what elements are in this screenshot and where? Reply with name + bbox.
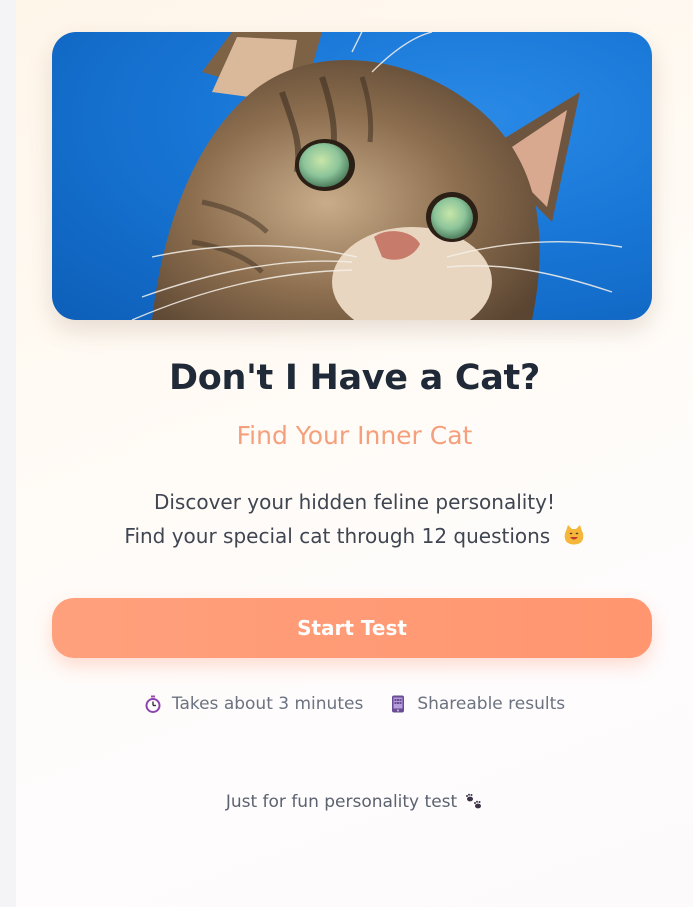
hero-cat-image <box>52 32 652 320</box>
stopwatch-icon <box>144 695 162 713</box>
smiling-cat-icon <box>563 522 585 556</box>
test-meta-info: Takes about 3 minutes Shareable results <box>16 694 693 714</box>
paw-prints-icon <box>465 793 483 811</box>
meta-duration-text: Takes about 3 minutes <box>171 694 364 714</box>
description-line-2: Find your special cat through 12 questio… <box>124 524 551 548</box>
page: Don't I Have a Cat? Find Your Inner Cat … <box>16 0 693 907</box>
description: Discover your hidden feline personality!… <box>16 485 693 556</box>
meta-share: Shareable results <box>389 694 565 714</box>
footer: Just for fun personality test <box>16 792 693 812</box>
meta-share-text: Shareable results <box>417 694 566 714</box>
footer-text: Just for fun personality test <box>225 792 458 812</box>
start-test-button[interactable]: Start Test <box>52 598 652 658</box>
meta-duration: Takes about 3 minutes <box>144 694 363 714</box>
phone-icon <box>389 695 407 713</box>
page-subtitle: Find Your Inner Cat <box>236 421 473 450</box>
description-line-2-wrap: Find your special cat through 12 questio… <box>16 519 693 556</box>
description-line-1: Discover your hidden feline personality! <box>153 490 556 514</box>
page-title: Don't I Have a Cat? <box>169 358 540 398</box>
cat-illustration <box>131 32 623 320</box>
